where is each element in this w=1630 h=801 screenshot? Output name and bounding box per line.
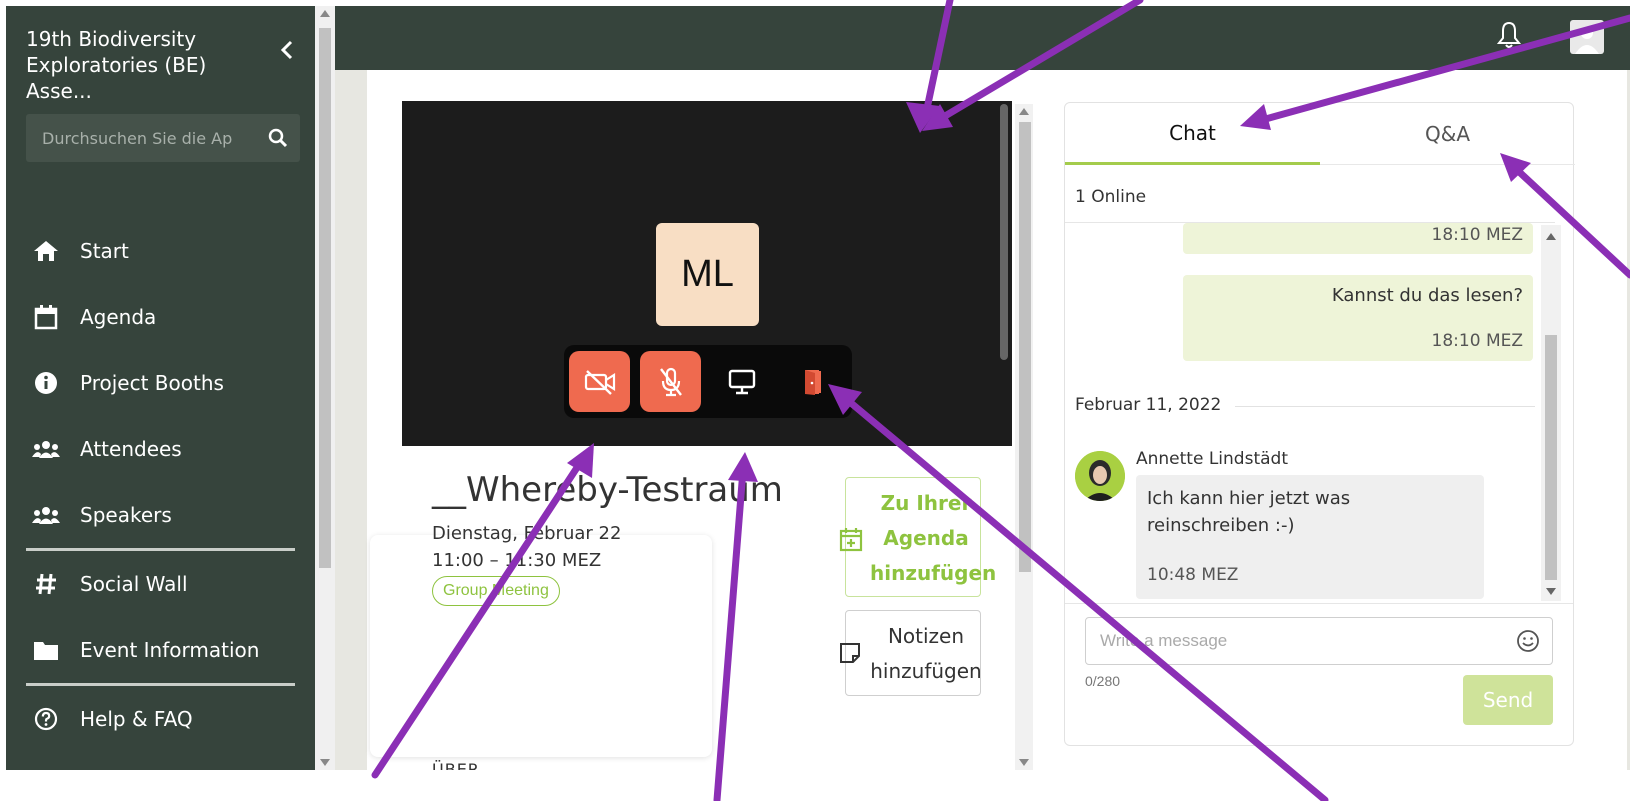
info-icon	[30, 367, 62, 399]
content-scrollbar[interactable]	[1015, 104, 1033, 770]
message-text: Ich kann hier jetzt was reinschreiben :-…	[1147, 488, 1351, 536]
sidebar-item-label: Start	[80, 239, 129, 263]
sidebar-item-speakers[interactable]: Speakers	[6, 482, 315, 548]
add-notes-button[interactable]: Notizen hinzufügen	[840, 610, 982, 696]
sidebar-item-start[interactable]: Start	[6, 218, 315, 284]
online-count: 1 Online	[1075, 187, 1147, 207]
leave-room-button[interactable]	[782, 351, 843, 412]
send-button[interactable]: Send	[1463, 675, 1553, 725]
scroll-down-icon[interactable]	[1546, 588, 1556, 595]
screen-share-icon	[728, 369, 755, 394]
sidebar-item-label: Event Information	[80, 638, 260, 662]
calendar-plus-icon	[838, 526, 864, 552]
notification-bell-icon[interactable]	[1494, 20, 1524, 50]
session-time: 11:00 – 11:30 MEZ	[432, 550, 602, 571]
collapse-sidebar-icon[interactable]	[276, 38, 300, 62]
leave-room-icon	[804, 369, 821, 395]
chat-message-other: Ich kann hier jetzt was reinschreiben :-…	[1136, 475, 1484, 599]
scroll-down-icon[interactable]	[320, 759, 330, 766]
chat-message-own: 18:10 MEZ	[1183, 223, 1533, 254]
sidebar-item-label: Speakers	[80, 503, 172, 527]
sidebar-item-label: Project Booths	[80, 371, 224, 395]
folder-icon	[30, 634, 62, 666]
message-input-box	[1085, 617, 1553, 665]
event-title: 19th Biodiversity Exploratories (BE) Ass…	[26, 27, 207, 103]
tab-qa[interactable]: Q&A	[1320, 103, 1575, 165]
sidebar-item-social-wall[interactable]: Social Wall	[6, 551, 315, 617]
message-time: 18:10 MEZ	[1431, 331, 1523, 351]
home-icon	[30, 235, 62, 267]
sidebar-item-project-booths[interactable]: Project Booths	[6, 350, 315, 416]
message-input[interactable]	[1086, 618, 1506, 664]
scrollbar-thumb[interactable]	[319, 28, 331, 568]
hashtag-icon	[30, 568, 62, 600]
session-type-badge: Group Meeting	[432, 576, 560, 606]
video-scrollbar[interactable]	[1000, 104, 1008, 360]
scroll-up-icon[interactable]	[320, 10, 330, 17]
character-count: 0/280	[1085, 673, 1121, 689]
window-bottom-strip	[0, 770, 1630, 801]
chat-message-own: Kannst du das lesen? 18:10 MEZ	[1183, 275, 1533, 361]
users-icon	[30, 499, 62, 531]
add-to-agenda-button[interactable]: Zu Ihrer Agenda hinzufügen	[839, 477, 997, 597]
divider	[1065, 603, 1573, 604]
date-separator: Februar 11, 2022	[1075, 395, 1222, 415]
user-avatar[interactable]	[1570, 20, 1604, 54]
microphone-toggle-button[interactable]	[640, 351, 701, 412]
scroll-up-icon[interactable]	[1546, 233, 1556, 240]
scrollbar-thumb[interactable]	[1545, 335, 1557, 580]
note-icon	[838, 641, 862, 665]
sidebar-item-label: Attendees	[80, 437, 182, 461]
chat-scrollbar[interactable]	[1541, 225, 1561, 601]
scroll-up-icon[interactable]	[1019, 108, 1029, 115]
scrollbar-thumb[interactable]	[1019, 122, 1031, 572]
session-date: Dienstag, Februar 22	[432, 523, 622, 544]
sidebar-scrollbar[interactable]	[315, 6, 335, 770]
sidebar-item-agenda[interactable]: Agenda	[6, 284, 315, 350]
message-time: 18:10 MEZ	[1431, 225, 1523, 245]
sidebar-nav: Start Agenda Project Booths Attendees Sp…	[6, 218, 315, 752]
camera-off-icon	[584, 369, 615, 395]
message-author: Annette Lindstädt	[1136, 449, 1288, 469]
message-time: 10:48 MEZ	[1147, 565, 1239, 585]
sidebar-item-help-faq[interactable]: Help & FAQ	[6, 686, 315, 752]
tab-chat[interactable]: Chat	[1065, 103, 1320, 165]
scroll-down-icon[interactable]	[1019, 759, 1029, 766]
sidebar-item-label: Help & FAQ	[80, 707, 193, 731]
search-box	[26, 114, 300, 162]
app-window: 19th Biodiversity Exploratories (BE) Ass…	[0, 0, 1630, 801]
sidebar: 19th Biodiversity Exploratories (BE) Ass…	[6, 6, 315, 770]
message-text: Kannst du das lesen?	[1331, 285, 1523, 306]
session-title: __Whereby-Testraum	[432, 470, 783, 510]
chat-panel: Chat Q&A 1 Online 18:10 MEZ Kannst du da…	[1064, 102, 1575, 746]
divider	[1235, 406, 1535, 407]
sidebar-item-attendees[interactable]: Attendees	[6, 416, 315, 482]
calendar-icon	[30, 301, 62, 333]
participant-avatar: ML	[656, 223, 759, 326]
top-bar	[335, 6, 1630, 70]
search-input[interactable]	[26, 114, 256, 162]
add-to-agenda-label: Zu Ihrer Agenda hinzufügen	[870, 491, 997, 585]
emoji-icon[interactable]	[1516, 629, 1540, 653]
sidebar-item-label: Agenda	[80, 305, 157, 329]
video-control-bar	[564, 345, 852, 418]
screen-share-button[interactable]	[711, 351, 772, 412]
mic-off-icon	[659, 367, 682, 396]
camera-toggle-button[interactable]	[569, 351, 630, 412]
add-notes-label: Notizen hinzufügen	[870, 624, 982, 683]
sidebar-item-label: Social Wall	[80, 572, 188, 596]
chat-messages: 18:10 MEZ Kannst du das lesen? 18:10 MEZ…	[1065, 223, 1573, 601]
users-icon	[30, 433, 62, 465]
search-icon[interactable]	[266, 126, 290, 150]
avatar[interactable]	[1075, 451, 1125, 501]
sidebar-item-event-information[interactable]: Event Information	[6, 617, 315, 683]
question-icon	[30, 703, 62, 735]
